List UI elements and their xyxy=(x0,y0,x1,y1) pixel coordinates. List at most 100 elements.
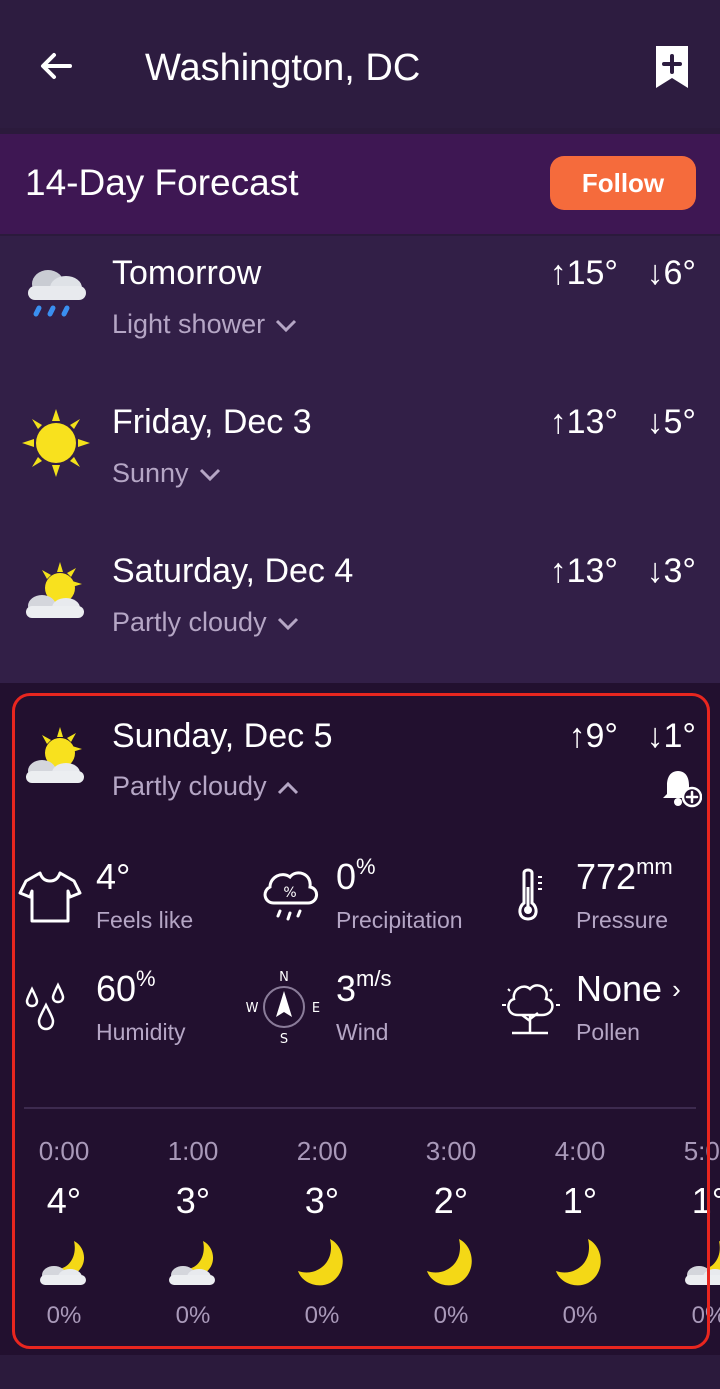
hour-precip: 0% xyxy=(433,1302,469,1329)
day-condition-label: Light shower xyxy=(112,309,266,339)
hour-temp: 1° xyxy=(562,1180,598,1221)
hourly-item: 1:00 3° 0% xyxy=(133,1133,253,1333)
day-name: Saturday, Dec 4 xyxy=(112,552,354,590)
hourly-item: 3:00 2° 0% xyxy=(391,1133,511,1333)
day-condition[interactable]: Partly cloudy xyxy=(112,604,299,640)
chevron-right-icon: › xyxy=(672,974,681,1004)
forecast-banner: 14-Day Forecast Follow xyxy=(0,134,720,234)
hourly-item: 5:00 1° 0% xyxy=(649,1133,720,1333)
partly-cloudy-icon xyxy=(26,562,84,618)
compass-s: S xyxy=(280,1032,288,1047)
humidity-value: 60% xyxy=(96,967,156,1011)
bookmark-add-icon[interactable] xyxy=(652,44,692,92)
precipitation-value: 0% xyxy=(336,855,376,899)
bell-add-icon[interactable] xyxy=(660,767,702,809)
day-condition[interactable]: Light shower xyxy=(112,306,297,342)
cloudy-night-icon xyxy=(40,1241,86,1285)
day-low-temp: ↓3° xyxy=(646,552,696,590)
day-row-saturday[interactable]: Saturday, Dec 4 Partly cloudy ↑13° ↓3° xyxy=(0,534,720,683)
top-app-bar: Washington, DC xyxy=(0,0,720,128)
hour-time: 2:00 xyxy=(296,1136,348,1166)
pressure-stat: 772mm Pressure xyxy=(498,855,720,945)
day-high-temp: ↑9° xyxy=(568,717,618,755)
day-condition[interactable]: Partly cloudy xyxy=(112,768,299,804)
droplets-icon xyxy=(25,982,65,1031)
hourly-item: 0:00 4° 0% xyxy=(4,1133,124,1333)
pollen-text: None xyxy=(576,968,663,1009)
day-row-friday[interactable]: Friday, Dec 3 Sunny ↑13° ↓5° xyxy=(0,385,720,534)
precipitation-unit: % xyxy=(356,854,376,879)
pollen-stat[interactable]: None › Pollen xyxy=(498,967,708,1057)
pressure-unit: mm xyxy=(636,854,673,879)
follow-button[interactable]: Follow xyxy=(550,156,696,210)
hour-precip: 0% xyxy=(562,1302,598,1329)
chevron-up-icon xyxy=(277,781,298,794)
hour-temp: 2° xyxy=(433,1180,469,1221)
sun-icon xyxy=(22,409,90,477)
chevron-down-icon xyxy=(277,617,298,630)
day-row-tomorrow[interactable]: Tomorrow Light shower ↑15° ↓6° xyxy=(0,236,720,385)
pressure-number: 772 xyxy=(576,856,637,897)
city-title: Washington, DC xyxy=(145,47,421,89)
compass-w: W xyxy=(246,1001,259,1016)
hour-time: 5:00 xyxy=(683,1136,720,1166)
day-high-temp: ↑15° xyxy=(549,254,618,292)
day-condition-label: Partly cloudy xyxy=(112,607,267,637)
hour-time: 3:00 xyxy=(425,1136,477,1166)
hour-precip: 0% xyxy=(175,1302,211,1329)
precipitation-label: Precipitation xyxy=(336,907,463,933)
feels-like-stat: 4° Feels like xyxy=(18,855,248,945)
bottom-strip xyxy=(0,1355,720,1389)
wind-stat: N S E W 3m/s Wind xyxy=(246,967,488,1057)
chevron-down-icon xyxy=(199,468,220,481)
day-name: Friday, Dec 3 xyxy=(112,403,312,441)
day-condition-label: Sunny xyxy=(112,458,189,488)
wind-number: 3 xyxy=(336,968,357,1009)
moon-icon xyxy=(556,1239,601,1286)
day-low-temp: ↓1° xyxy=(646,717,696,755)
cloudy-night-icon xyxy=(169,1241,215,1285)
moon-icon xyxy=(298,1239,343,1286)
hourly-item: 4:00 1° 0% xyxy=(520,1133,640,1333)
day-name: Tomorrow xyxy=(112,254,262,292)
humidity-stat: 60% Humidity xyxy=(18,967,248,1057)
banner-title: 14-Day Forecast xyxy=(25,162,299,203)
divider xyxy=(24,1107,696,1109)
wind-value: 3m/s xyxy=(336,967,391,1011)
day-name: Sunday, Dec 5 xyxy=(112,717,333,755)
precipitation-stat: % 0% Precipitation xyxy=(258,855,488,945)
humidity-number: 60 xyxy=(96,968,137,1009)
pollen-label: Pollen xyxy=(576,1019,640,1045)
hour-time: 4:00 xyxy=(554,1136,606,1166)
compass-icon: N S E W xyxy=(246,970,321,1047)
thermometer-icon xyxy=(518,868,542,921)
hour-temp: 3° xyxy=(175,1180,211,1221)
cloudy-night-icon xyxy=(685,1241,720,1285)
wind-unit: m/s xyxy=(356,966,392,991)
hourly-item: 2:00 3° 0% xyxy=(262,1133,382,1333)
feels-like-value: 4° xyxy=(96,856,131,897)
tshirt-icon xyxy=(18,871,82,923)
day-high-temp: ↑13° xyxy=(549,403,618,441)
hour-inner: 5:00 1° 0% xyxy=(649,1133,720,1333)
arrow-left-icon[interactable] xyxy=(34,44,78,88)
pressure-label: Pressure xyxy=(576,907,669,933)
moon-icon xyxy=(427,1239,472,1286)
hour-precip: 0% xyxy=(304,1302,340,1329)
humidity-label: Humidity xyxy=(96,1019,186,1045)
day-condition[interactable]: Sunny xyxy=(112,455,221,491)
tree-icon xyxy=(502,984,560,1035)
hour-precip: 0% xyxy=(691,1302,720,1329)
svg-text:%: % xyxy=(283,885,296,901)
compass-e: E xyxy=(312,1001,320,1016)
pollen-value: None › xyxy=(576,967,681,1011)
hour-temp: 3° xyxy=(304,1180,340,1221)
humidity-unit: % xyxy=(136,966,156,991)
partly-cloudy-icon xyxy=(26,727,84,783)
hour-precip: 0% xyxy=(46,1302,82,1329)
rain-percent-icon: % xyxy=(263,871,318,921)
chevron-down-icon xyxy=(276,319,297,332)
pressure-value: 772mm xyxy=(576,855,673,899)
compass-n: N xyxy=(279,970,289,985)
rain-cloud-icon xyxy=(28,270,86,317)
